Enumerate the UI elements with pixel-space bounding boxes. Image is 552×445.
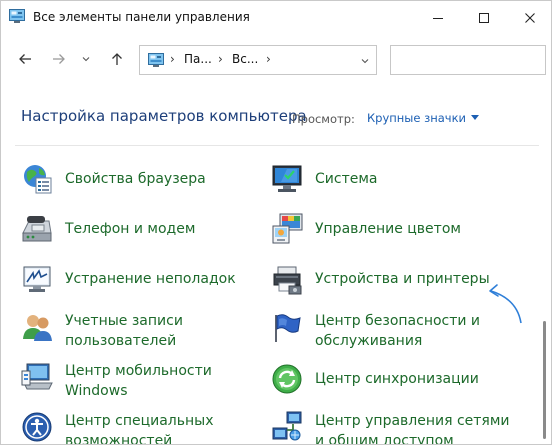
item-label-line2: Windows xyxy=(65,383,128,399)
triangle-down-icon xyxy=(471,115,480,120)
view-by-value: Крупные значки xyxy=(367,111,467,125)
user-accounts-icon xyxy=(23,315,52,341)
item-label: Устройства и принтеры xyxy=(315,271,490,287)
navigation-bar: › Па... › Вс... › xyxy=(1,35,551,87)
troubleshooting-icon xyxy=(23,266,51,292)
window-title: Все элементы панели управления xyxy=(33,10,250,24)
item-label: Центр мобильности xyxy=(65,363,212,379)
chevron-down-icon xyxy=(361,59,369,64)
chevron-down-icon xyxy=(82,57,90,62)
maximize-button[interactable] xyxy=(461,1,507,35)
close-button[interactable] xyxy=(507,1,551,35)
address-dropdown-button[interactable] xyxy=(358,55,372,67)
phone-modem-icon xyxy=(22,216,52,242)
color-management-icon xyxy=(272,213,303,244)
maximize-icon xyxy=(479,13,489,23)
item-label: Свойства браузера xyxy=(65,171,206,187)
item-label: Управление цветом xyxy=(315,221,461,237)
recent-locations-button[interactable] xyxy=(77,47,95,71)
scrollbar-thumb[interactable] xyxy=(543,321,546,439)
network-sharing-icon xyxy=(272,411,302,441)
chevron-right-icon: › xyxy=(266,52,271,66)
internet-options-icon xyxy=(24,165,52,194)
vertical-scrollbar[interactable] xyxy=(542,151,548,443)
arrow-left-icon xyxy=(19,54,31,64)
item-label-line2: обслуживания xyxy=(315,333,423,349)
chevron-right-icon: › xyxy=(218,52,223,66)
view-by-dropdown[interactable]: Крупные значки xyxy=(367,111,480,125)
address-bar[interactable]: › Па... › Вс... › xyxy=(139,45,377,75)
item-label-line2: возможностей xyxy=(65,433,173,445)
search-input[interactable] xyxy=(390,45,546,75)
control-panel-icon xyxy=(148,53,164,67)
minimize-button[interactable] xyxy=(415,1,461,35)
content-header: Настройка параметров компьютера Просмотр… xyxy=(1,105,551,133)
item-label: Центр специальных xyxy=(65,413,214,429)
item-label-line2: пользователей xyxy=(65,333,177,349)
forward-button[interactable] xyxy=(47,47,71,71)
security-maintenance-icon xyxy=(275,314,301,342)
item-label: Система xyxy=(315,171,378,187)
page-title: Настройка параметров компьютера xyxy=(21,107,307,125)
mobility-center-icon xyxy=(21,363,53,390)
item-label: Телефон и модем xyxy=(65,221,196,237)
item-label: Учетные записи xyxy=(65,313,183,329)
chevron-right-icon: › xyxy=(170,52,175,66)
system-icon xyxy=(272,165,302,192)
minimize-icon xyxy=(433,18,443,19)
breadcrumb-segment[interactable]: Па... xyxy=(184,52,212,66)
item-label: Центр безопасности и xyxy=(315,313,481,329)
control-panel-window: Все элементы панели управления › Па... ›… xyxy=(0,0,552,445)
arrow-right-icon xyxy=(53,54,65,64)
control-panel-icon xyxy=(9,9,25,23)
arrow-up-icon xyxy=(112,53,122,65)
item-label: Центр синхронизации xyxy=(315,371,479,387)
item-label: Центр управления сетями xyxy=(315,413,510,429)
devices-printers-icon xyxy=(273,266,302,295)
breadcrumb-segment[interactable]: Вс... xyxy=(232,52,258,66)
item-label: Устранение неполадок xyxy=(65,271,236,287)
view-by-label: Просмотр: xyxy=(292,112,355,126)
item-label-line2: и общим доступом xyxy=(315,433,454,445)
ease-of-access-icon xyxy=(22,412,52,442)
sync-center-icon xyxy=(272,364,302,394)
title-bar[interactable]: Все элементы панели управления xyxy=(1,1,551,35)
back-button[interactable] xyxy=(13,47,37,71)
up-button[interactable] xyxy=(105,47,129,71)
divider xyxy=(15,145,539,146)
close-icon xyxy=(525,13,535,23)
annotation-arrow-icon xyxy=(489,284,522,324)
